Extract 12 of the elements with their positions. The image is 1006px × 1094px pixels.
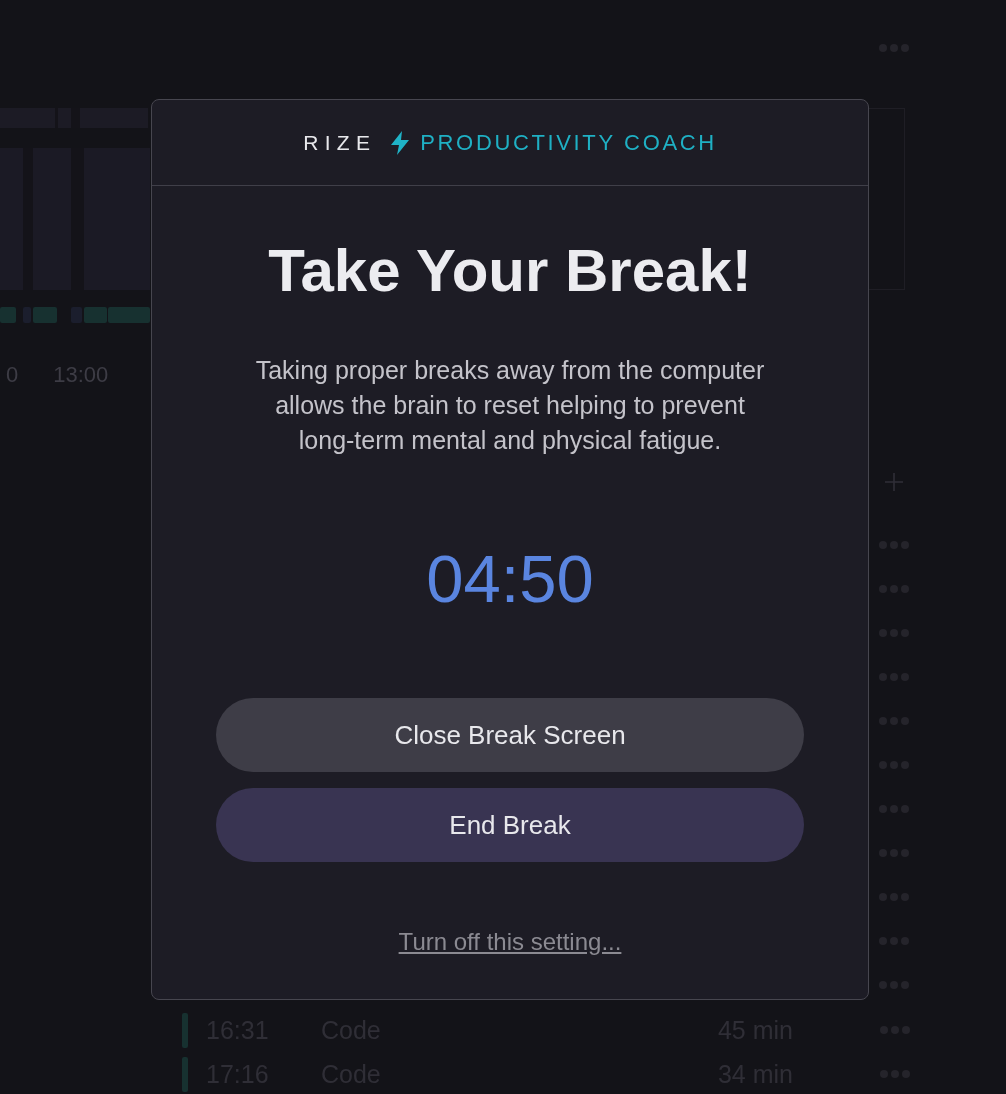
end-break-button[interactable]: End Break	[216, 788, 804, 862]
lightning-bolt-icon	[390, 130, 411, 155]
category-bar	[182, 1012, 188, 1048]
category-bar	[182, 1056, 188, 1092]
break-timer: 04:50	[426, 541, 594, 617]
break-message: Taking proper breaks away from the computer allows the brain to reset helping to prevent long-term mental and physical fatigue.	[254, 355, 766, 456]
plus-icon[interactable]	[885, 473, 903, 491]
close-screen-button[interactable]: Close Break Screen	[216, 698, 804, 772]
dialog-title: Take Your Break!	[268, 236, 752, 306]
brand-name: RIZE	[303, 129, 377, 156]
product-name: PRODUCTIVITY COACH	[420, 129, 717, 157]
turn-off-setting-link[interactable]: Turn off this setting...	[398, 927, 622, 957]
